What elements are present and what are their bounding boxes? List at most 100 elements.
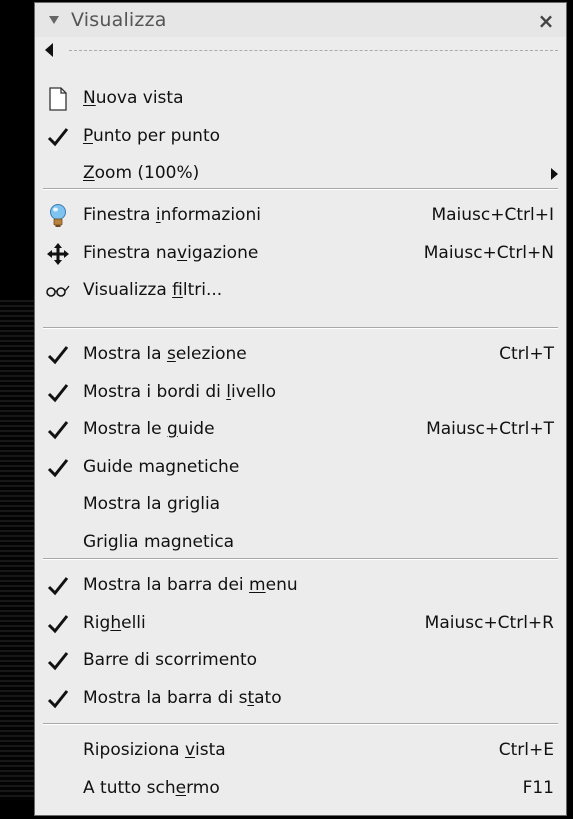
menu-item-label: Griglia magnetica — [83, 532, 234, 552]
menu-item-label: Finestra navigazione — [83, 243, 258, 263]
menu-separator — [43, 558, 558, 560]
checkmark-icon — [45, 342, 71, 368]
checkmark-icon — [45, 417, 71, 443]
tearoff-arrow-icon — [45, 43, 53, 57]
shortcut-label: Maiusc+Ctrl+N — [423, 242, 554, 263]
menu-item-label: Riposiziona vista — [83, 740, 226, 760]
empty-icon-slot — [45, 530, 71, 556]
empty-icon-slot — [45, 776, 71, 802]
mnemonic-letter: h — [110, 612, 122, 633]
label-text: Riposiziona — [83, 740, 185, 760]
menu-item-label: Mostra la barra dei menu — [83, 575, 298, 595]
glasses-icon — [45, 278, 71, 304]
menu-item-label: Mostra i bordi di livello — [83, 382, 276, 402]
menu-item-label: Punto per punto — [83, 126, 220, 146]
checkmark-icon — [45, 573, 71, 599]
menu-item[interactable]: Nuova vista — [35, 81, 566, 117]
shortcut-label: Ctrl+T — [499, 344, 554, 364]
menu-item[interactable]: Zoom (100%) — [35, 156, 566, 192]
move-arrows-icon — [45, 241, 71, 267]
shortcut-label: Maiusc+Ctrl+T — [426, 419, 554, 439]
tearoff-dashes — [69, 49, 558, 51]
label-text: Mostra le — [83, 419, 167, 439]
menu-item[interactable]: Mostra la barra dei menu — [35, 568, 566, 604]
menu-item[interactable]: Finestra informazioni Maiusc+Ctrl+I — [35, 198, 566, 234]
submenu-arrow-icon — [551, 168, 558, 180]
mnemonic-letter: e — [175, 777, 187, 798]
menu-item[interactable]: Riposiziona vista Ctrl+E — [35, 733, 566, 769]
shortcut-label: Ctrl+E — [498, 740, 554, 760]
checkmark-icon — [45, 124, 71, 150]
checkmark-icon — [45, 380, 71, 406]
empty-icon-slot — [45, 161, 71, 187]
label-text: iltri... — [182, 280, 223, 300]
menu-item[interactable]: Punto per punto — [35, 119, 566, 155]
label-text: enu — [265, 575, 298, 595]
menu-item-label: Mostra la selezione — [83, 344, 247, 364]
menu-separator — [43, 327, 558, 329]
menu-item-label: Righelli — [83, 613, 146, 633]
label-text: unto per punto — [92, 125, 221, 146]
menu-item[interactable]: A tutto schermo F11 — [35, 771, 566, 807]
menu-item[interactable]: Visualizza filtri... — [35, 273, 566, 309]
label-text: ato — [254, 687, 282, 708]
label-text: uova vista — [95, 88, 184, 108]
view-menu: Visualizza × Nuova vista Punto per punto Z… — [34, 2, 567, 816]
close-icon[interactable]: × — [536, 9, 556, 33]
menu-item-label: Finestra informazioni — [83, 205, 261, 225]
label-text: oom (100%) — [94, 163, 200, 183]
menu-item[interactable]: Mostra le guide Maiusc+Ctrl+T — [35, 412, 566, 448]
lightbulb-icon — [45, 203, 71, 229]
label-text: ista — [195, 740, 226, 760]
collapse-triangle-icon[interactable] — [47, 13, 61, 27]
mnemonic-letter: f — [172, 280, 183, 300]
menu-item-label: Visualizza filtri... — [83, 280, 222, 300]
empty-icon-slot — [45, 492, 71, 518]
checkmark-icon — [45, 686, 71, 712]
menu-title: Visualizza — [71, 9, 167, 31]
label-text: Visualizza — [83, 280, 173, 300]
checkmark-icon — [45, 648, 71, 674]
menu-item-label: A tutto schermo — [83, 778, 220, 798]
label-text: Finestra na — [83, 242, 178, 263]
document-icon — [45, 86, 71, 112]
label-text: Mostra la — [83, 344, 167, 364]
label-text: Mostra la griglia — [83, 494, 221, 514]
mnemonic-letter: v — [184, 740, 196, 760]
empty-icon-slot — [45, 738, 71, 764]
menu-item[interactable]: Guide magnetiche — [35, 450, 566, 486]
menu-item[interactable]: Griglia magnetica — [35, 525, 566, 561]
tearoff-bar[interactable] — [35, 37, 566, 63]
menu-item[interactable]: Mostra i bordi di livello — [35, 375, 566, 411]
mnemonic-letter: s — [166, 344, 176, 364]
menu-item[interactable]: Finestra navigazione Maiusc+Ctrl+N — [35, 236, 566, 272]
label-text: uide — [177, 419, 215, 439]
menu-title-bar: Visualizza × — [35, 3, 566, 37]
mnemonic-letter: P — [83, 125, 93, 146]
checkmark-icon — [45, 455, 71, 481]
label-text: Griglia magnetica — [83, 531, 235, 552]
label-text: nformazioni — [160, 205, 261, 225]
mnemonic-letter: v — [177, 242, 188, 263]
background-texture — [0, 300, 34, 800]
mnemonic-letter: m — [249, 575, 266, 595]
menu-item[interactable]: Mostra la selezione Ctrl+T — [35, 337, 566, 373]
menu-item[interactable]: Mostra la griglia — [35, 487, 566, 523]
menu-separator — [43, 188, 558, 190]
label-text: A tutto sch — [83, 777, 176, 798]
label-text: igazione — [187, 242, 259, 263]
menu-item-label: Barre di scorrimento — [83, 650, 257, 670]
menu-item-label: Mostra la griglia — [83, 494, 220, 514]
menu-item-label: Zoom (100%) — [83, 163, 199, 183]
menu-item[interactable]: Barre di scorrimento — [35, 643, 566, 679]
shortcut-label: Maiusc+Ctrl+R — [424, 612, 554, 633]
label-text: Finestra — [83, 205, 156, 225]
label-text: elezione — [175, 344, 247, 364]
menu-item-label: Guide magnetiche — [83, 457, 239, 477]
label-text: Guide magnetiche — [83, 456, 240, 477]
menu-item[interactable]: Mostra la barra di stato — [35, 681, 566, 717]
shortcut-label: F11 — [522, 777, 554, 798]
menu-item[interactable]: Righelli Maiusc+Ctrl+R — [35, 606, 566, 642]
label-text: Mostra i bordi di — [83, 381, 227, 402]
label-text: ivello — [230, 381, 277, 402]
